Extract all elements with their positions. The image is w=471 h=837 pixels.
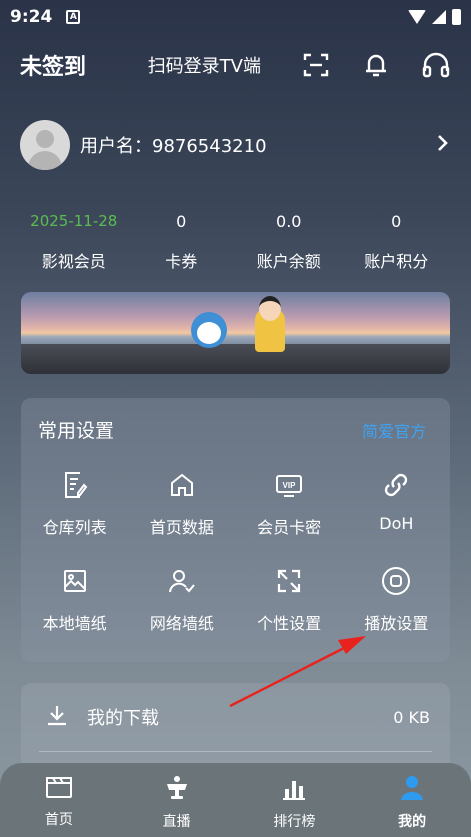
settings-item-doh[interactable]: DoH — [343, 470, 450, 538]
stat-label: 账户余额 — [256, 252, 321, 271]
nav-live[interactable]: 直播 — [118, 763, 236, 837]
settings-item-label: 会员卡密 — [257, 518, 322, 537]
settings-item-label: DoH — [379, 514, 414, 533]
nav-home[interactable]: 首页 — [0, 763, 118, 837]
settings-item-label: 个性设置 — [257, 614, 322, 633]
settings-item-label: 仓库列表 — [42, 518, 107, 537]
divider — [39, 751, 432, 752]
home-icon — [167, 470, 197, 500]
nav-mine[interactable]: 我的 — [353, 763, 471, 837]
clapperboard-icon — [45, 775, 73, 803]
settings-item-local-wallpaper[interactable]: 本地墙纸 — [21, 566, 128, 634]
stat-balance[interactable]: 0.0 账户余额 — [235, 212, 343, 272]
chevron-right-icon[interactable] — [436, 133, 450, 158]
stat-label: 影视会员 — [41, 252, 106, 271]
stat-value: 0 — [391, 212, 402, 231]
stat-value: 0.0 — [276, 212, 302, 231]
my-downloads-row[interactable]: 我的下载 0 KB — [45, 703, 430, 731]
user-profile-row[interactable]: 用户名：9876543210 — [20, 117, 450, 173]
status-time: 9:24 — [10, 7, 53, 27]
play-circle-icon — [381, 566, 411, 596]
settings-item-vip-code[interactable]: VIP 会员卡密 — [236, 470, 343, 538]
stat-vip[interactable]: 2025-11-28 影视会员 — [20, 212, 128, 272]
trophy-icon — [164, 775, 190, 805]
download-label: 我的下载 — [87, 708, 159, 729]
nav-ranking[interactable]: 排行榜 — [236, 763, 354, 837]
stat-points[interactable]: 0 账户积分 — [343, 212, 451, 272]
common-settings-card: 常用设置 简爱官方 仓库列表 首页数据 VIP 会员卡密 DoH 本地墙纸 网络… — [21, 398, 450, 662]
settings-grid: 仓库列表 首页数据 VIP 会员卡密 DoH 本地墙纸 网络墙纸 个性设置 播放… — [21, 470, 450, 634]
settings-item-label: 本地墙纸 — [42, 614, 107, 633]
bell-icon[interactable] — [361, 50, 391, 80]
settings-item-playback[interactable]: 播放设置 — [343, 566, 450, 634]
nav-label: 首页 — [44, 812, 73, 828]
settings-item-label: 网络墙纸 — [149, 614, 214, 633]
header: 未签到 扫码登录TV端 — [0, 40, 471, 90]
settings-item-personalize[interactable]: 个性设置 — [236, 566, 343, 634]
signal-icon — [432, 10, 446, 24]
account-stats: 2025-11-28 影视会员 0 卡券 0.0 账户余额 0 账户积分 — [20, 212, 450, 272]
vip-icon: VIP — [274, 470, 304, 500]
scan-icon[interactable] — [301, 50, 331, 80]
nav-label: 排行榜 — [273, 814, 316, 830]
svg-text:VIP: VIP — [283, 481, 297, 490]
status-bar: 9:24 A — [0, 0, 471, 34]
stat-label: 账户积分 — [364, 252, 429, 271]
stat-coupons[interactable]: 0 卡券 — [128, 212, 236, 272]
banner-wall — [21, 344, 450, 374]
bottom-nav: 首页 直播 排行榜 我的 — [0, 763, 471, 837]
user-icon — [399, 775, 425, 805]
settings-item-label: 播放设置 — [364, 614, 429, 633]
settings-item-label: 首页数据 — [149, 518, 214, 537]
headset-icon[interactable] — [421, 50, 451, 80]
stat-value: 2025-11-28 — [30, 212, 118, 230]
download-size: 0 KB — [393, 707, 430, 727]
avatar-body — [28, 151, 62, 170]
settings-item-network-wallpaper[interactable]: 网络墙纸 — [128, 566, 235, 634]
settings-item-home-data[interactable]: 首页数据 — [128, 470, 235, 538]
link-icon — [381, 470, 411, 500]
promo-banner[interactable] — [21, 292, 450, 374]
download-icon — [45, 703, 69, 731]
image-icon — [60, 566, 90, 596]
stat-value: 0 — [176, 212, 187, 231]
nav-label: 我的 — [398, 814, 427, 830]
user-check-icon — [167, 566, 197, 596]
official-link[interactable]: 简爱官方 — [362, 418, 426, 442]
bar-chart-icon — [281, 775, 307, 805]
edit-document-icon — [60, 470, 90, 500]
sign-in-status[interactable]: 未签到 — [20, 49, 86, 81]
settings-item-repo-list[interactable]: 仓库列表 — [21, 470, 128, 538]
stat-label: 卡券 — [165, 252, 198, 271]
wifi-icon — [408, 10, 426, 24]
username: 用户名：9876543210 — [80, 136, 267, 157]
nav-label: 直播 — [162, 814, 191, 830]
status-indicators — [408, 9, 461, 25]
battery-icon — [452, 9, 461, 25]
avatar-head — [36, 130, 54, 148]
scan-login-tv-link[interactable]: 扫码登录TV端 — [148, 52, 261, 78]
download-card: 我的下载 0 KB — [21, 683, 450, 763]
notification-a-icon: A — [66, 10, 81, 24]
banner-character-nobita — [255, 296, 285, 352]
avatar[interactable] — [20, 120, 70, 170]
settings-title: 常用设置 — [38, 420, 115, 442]
expand-icon — [274, 566, 304, 596]
banner-character-doraemon — [191, 312, 227, 348]
